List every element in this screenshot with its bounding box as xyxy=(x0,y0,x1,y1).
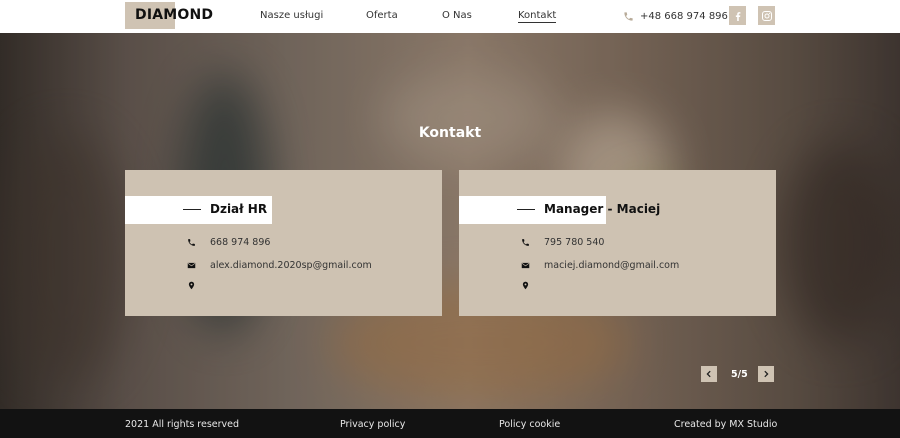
facebook-icon xyxy=(735,11,740,21)
contact-card: Dział HR 668 974 896 alex.diamond.2020sp… xyxy=(125,170,442,316)
phone-icon xyxy=(624,11,633,21)
card-address-row xyxy=(521,281,544,290)
privacy-policy-link[interactable]: Privacy policy xyxy=(340,419,405,430)
instagram-icon xyxy=(761,10,772,21)
header-phone[interactable]: +48 668 974 896 xyxy=(623,9,728,23)
phone-icon xyxy=(188,239,195,246)
card-title: Manager - Maciej xyxy=(517,202,660,216)
logo-text: DIAMOND xyxy=(135,7,214,23)
card-email-row[interactable]: alex.diamond.2020sp@gmail.com xyxy=(187,260,372,271)
card-email: maciej.diamond@gmail.com xyxy=(544,260,680,271)
section-title: Kontakt xyxy=(418,125,482,141)
card-phone: 668 974 896 xyxy=(210,237,271,248)
prev-button[interactable] xyxy=(701,366,717,382)
footer-copyright: 2021 All rights reserved xyxy=(125,419,240,430)
facebook-link[interactable] xyxy=(729,6,746,25)
logo[interactable]: DIAMOND xyxy=(125,2,214,29)
card-email: alex.diamond.2020sp@gmail.com xyxy=(210,260,372,271)
chevron-left-icon xyxy=(706,370,711,378)
card-email-row[interactable]: maciej.diamond@gmail.com xyxy=(521,260,679,271)
phone-icon xyxy=(522,239,529,246)
location-pin-icon xyxy=(188,281,195,290)
cookie-policy-link[interactable]: Policy cookie xyxy=(499,419,560,430)
mail-icon xyxy=(187,262,196,269)
footer-credit-link[interactable]: Created by MX Studio xyxy=(674,419,777,430)
card-address-row xyxy=(187,281,210,290)
title-dash xyxy=(517,208,535,210)
card-phone-row[interactable]: 795 780 540 xyxy=(521,237,604,248)
nav-item-about[interactable]: O Nas xyxy=(442,10,472,21)
card-title-text: Manager - Maciej xyxy=(544,202,661,216)
nav-item-offer[interactable]: Oferta xyxy=(366,10,398,21)
card-title: Dział HR xyxy=(183,202,267,216)
header-phone-number: +48 668 974 896 xyxy=(640,10,728,22)
location-pin-icon xyxy=(522,281,529,290)
title-dash xyxy=(183,208,201,210)
pager-count: 5/5 xyxy=(731,368,748,380)
card-phone: 795 780 540 xyxy=(544,237,605,248)
next-button[interactable] xyxy=(757,366,774,382)
site-footer: 2021 All rights reserved Privacy policy … xyxy=(0,409,900,438)
site-header: DIAMOND Nasze usługi Oferta O Nas Kontak… xyxy=(0,0,900,33)
instagram-link[interactable] xyxy=(758,6,775,25)
carousel-pager: 5/5 xyxy=(701,366,774,382)
nav-item-services[interactable]: Nasze usługi xyxy=(260,10,323,21)
contact-card: Manager - Maciej 795 780 540 maciej.diam… xyxy=(459,170,776,316)
card-title-text: Dział HR xyxy=(210,202,268,216)
nav-item-contact[interactable]: Kontakt xyxy=(518,10,557,23)
contact-section: Kontakt Dział HR 668 974 896 alex.diamon… xyxy=(0,33,900,409)
chevron-right-icon xyxy=(764,370,769,378)
card-phone-row[interactable]: 668 974 896 xyxy=(187,237,270,248)
mail-icon xyxy=(521,262,530,269)
